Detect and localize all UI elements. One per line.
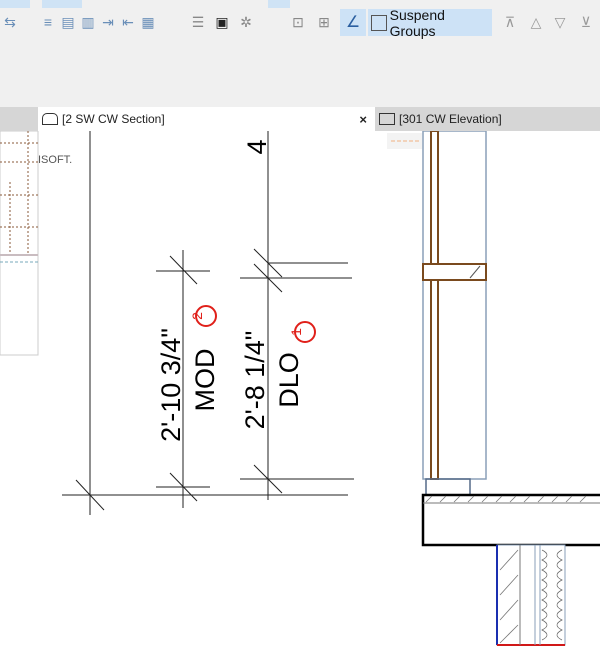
bring-forward-icon[interactable]: △ <box>526 12 546 32</box>
bring-to-front-icon[interactable]: ⊼ <box>500 12 520 32</box>
indent-icon[interactable]: ≡ <box>38 12 58 32</box>
grid-label: 4 <box>242 139 272 154</box>
section-icon <box>42 113 58 125</box>
dimension-value: 2'-10 3/4" <box>156 328 186 442</box>
tab-label: [301 CW Elevation] <box>399 112 502 126</box>
drawing: ISOFT. 4 2'-10 3/4" MOD 2'-8 1/4" DLO 2 … <box>0 131 600 646</box>
tab-elevation[interactable]: [301 CW Elevation] <box>375 107 600 131</box>
markup-circle: 2 <box>189 305 217 327</box>
list-remove-icon[interactable]: ▥ <box>78 12 98 32</box>
settings-icon[interactable]: ✲ <box>236 12 256 32</box>
tab-section[interactable]: [2 SW CW Section] × <box>38 107 375 131</box>
list-icon[interactable]: ▤ <box>58 12 78 32</box>
send-to-back-icon[interactable]: ⊻ <box>576 12 596 32</box>
table-icon[interactable]: ▣ <box>212 12 232 32</box>
toolbar: ⇆ ≡ ▤ ▥ ⇥ ⇤ ▦ ☰ ▣ ✲ ⊡ ⊞ ∠ Suspend Groups… <box>0 0 600 39</box>
send-backward-icon[interactable]: ▽ <box>550 12 570 32</box>
toolbar-button[interactable] <box>42 0 82 8</box>
markup-number: 1 <box>288 328 304 336</box>
suspend-groups-icon <box>371 14 387 31</box>
ungroup-icon[interactable]: ⊞ <box>314 12 334 32</box>
markup-number: 2 <box>189 312 205 320</box>
toolbar-button[interactable] <box>268 0 290 8</box>
close-tab-button[interactable]: × <box>359 112 367 127</box>
suspend-groups-label: Suspend Groups <box>389 6 445 39</box>
elevation-icon <box>379 113 395 125</box>
dimension-value: 2'-8 1/4" <box>240 331 270 430</box>
side-panel <box>0 131 39 356</box>
markup-circle: 1 <box>288 321 316 343</box>
view-tab-bar: [2 SW CW Section] × [301 CW Elevation] <box>0 107 600 131</box>
side-panel-text: ISOFT. <box>38 154 72 166</box>
suspend-groups-button[interactable]: Suspend Groups <box>368 6 492 39</box>
move-right-icon[interactable]: ⇥ <box>98 12 118 32</box>
elevation-drawing <box>387 131 600 646</box>
dimension-label: DLO <box>274 352 304 408</box>
edit-group-icon[interactable]: ∠ <box>340 9 366 36</box>
tab-label: [2 SW CW Section] <box>62 112 165 126</box>
move-left-icon[interactable]: ⇤ <box>118 12 138 32</box>
toolbar-button[interactable] <box>0 0 30 8</box>
drawing-canvas[interactable]: ISOFT. 4 2'-10 3/4" MOD 2'-8 1/4" DLO 2 … <box>0 131 600 654</box>
checklist-icon[interactable]: ☰ <box>188 12 208 32</box>
dimension-label: MOD <box>190 349 220 412</box>
swap-icon[interactable]: ⇆ <box>0 12 20 32</box>
group-icon[interactable]: ⊡ <box>288 12 308 32</box>
guid-icon[interactable]: ▦ <box>138 12 158 32</box>
